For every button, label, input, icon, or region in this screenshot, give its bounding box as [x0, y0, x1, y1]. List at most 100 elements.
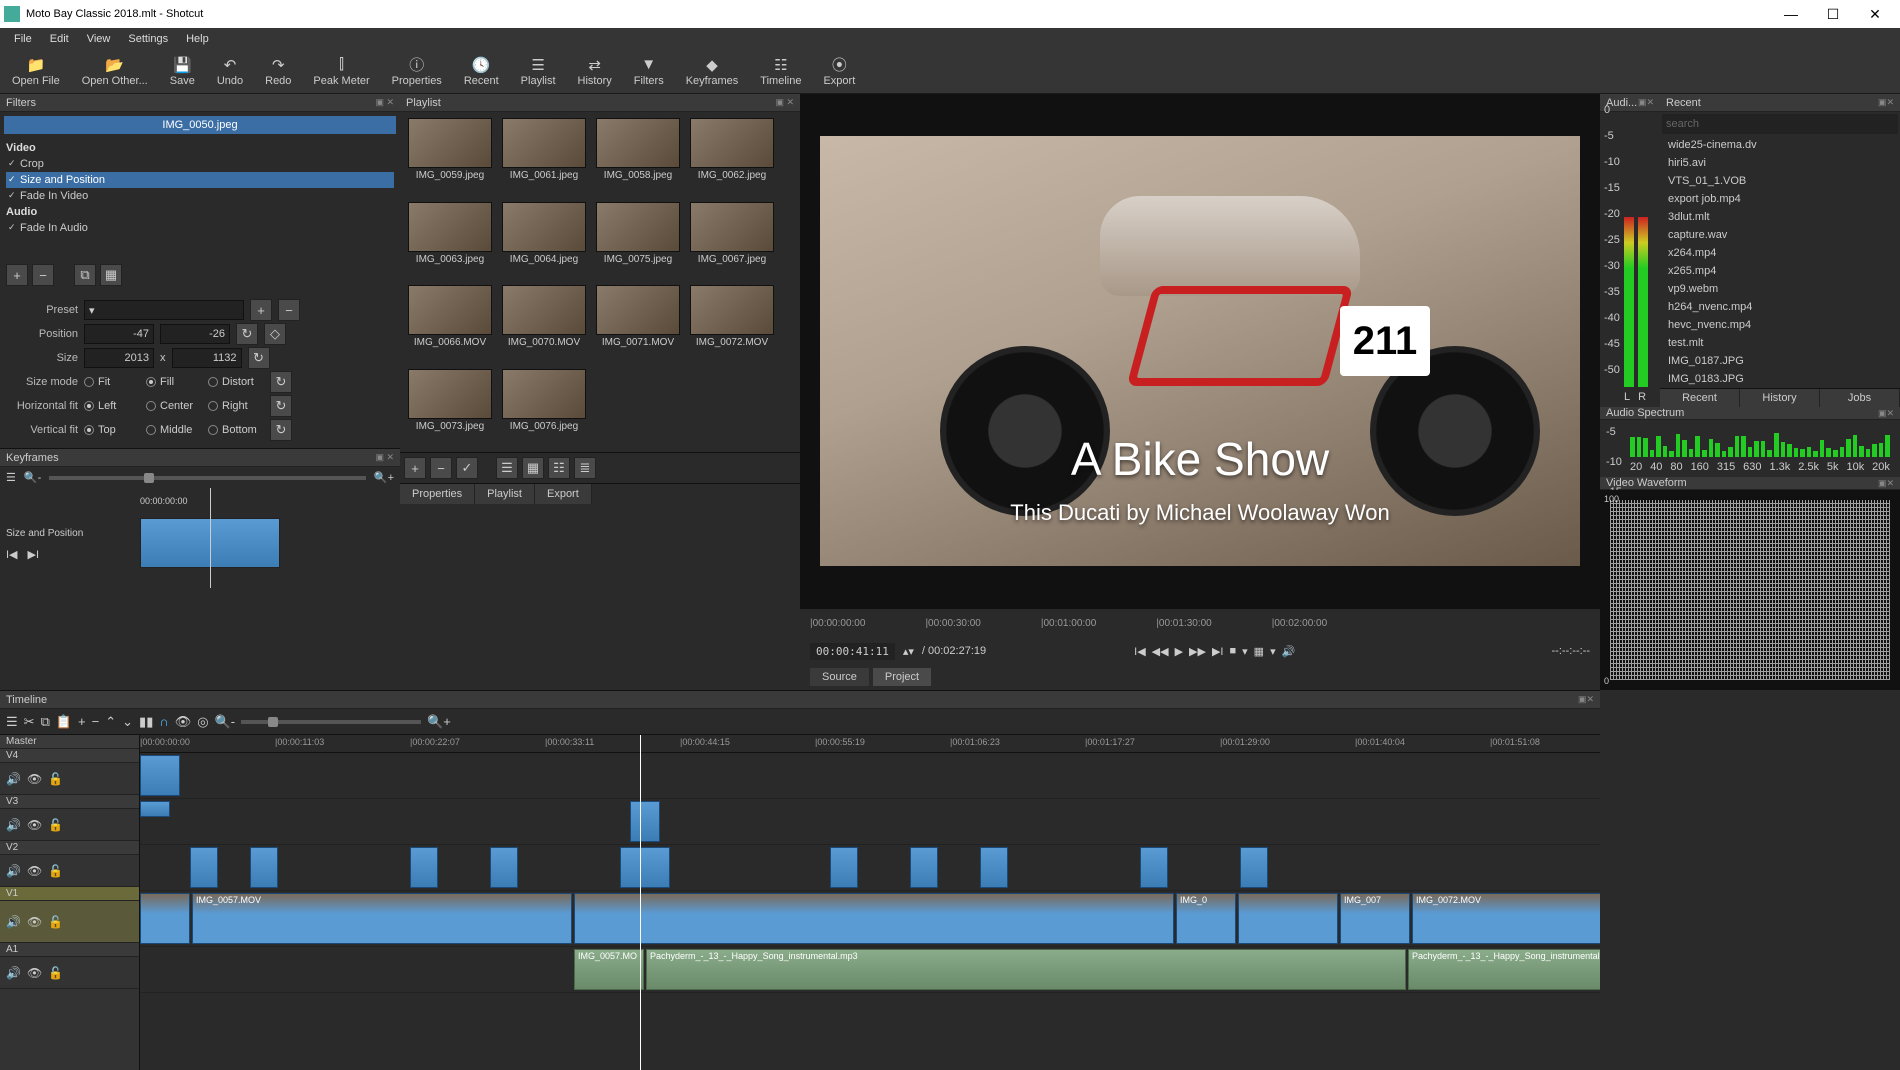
playlist-thumb[interactable]: IMG_0071.MOV: [594, 285, 682, 363]
playlist-thumb[interactable]: IMG_0075.jpeg: [594, 202, 682, 280]
split-icon[interactable]: ▮▮: [139, 714, 153, 730]
lock-icon[interactable]: 🔓: [48, 818, 63, 832]
radio-option[interactable]: Left: [84, 400, 140, 412]
tl-zoom-slider[interactable]: [241, 720, 421, 724]
tab-history[interactable]: History: [1740, 389, 1820, 407]
playlist-thumb[interactable]: IMG_0063.jpeg: [406, 202, 494, 280]
playlist-check-button[interactable]: ✓: [456, 457, 478, 479]
rewind-icon[interactable]: ◀◀: [1152, 645, 1169, 658]
toolbar-keyframes-button[interactable]: ◆Keyframes: [680, 55, 745, 89]
recent-item[interactable]: h264_nvenc.mp4: [1660, 298, 1900, 316]
menu-file[interactable]: File: [6, 31, 40, 47]
radio-option[interactable]: Fill: [146, 376, 202, 388]
playlist-thumb[interactable]: IMG_0076.jpeg: [500, 369, 588, 447]
preview-viewport[interactable]: 211 A Bike Show This Ducati by Michael W…: [800, 94, 1600, 608]
radio-option[interactable]: Top: [84, 424, 140, 436]
mute-icon[interactable]: 🔊: [6, 915, 21, 929]
toolbar-save-button[interactable]: 💾Save: [164, 55, 201, 89]
toolbar-peak-meter-button[interactable]: ⫿Peak Meter: [307, 55, 375, 89]
kf-zoom-slider[interactable]: [49, 476, 366, 480]
kf-playhead[interactable]: [210, 488, 211, 588]
position-reset-button[interactable]: ↻: [236, 323, 258, 345]
snap-icon[interactable]: ∩: [159, 714, 168, 729]
tab-source[interactable]: Source: [810, 668, 869, 686]
paste-icon[interactable]: 📋: [56, 714, 72, 730]
recent-item[interactable]: x264.mp4: [1660, 244, 1900, 262]
track-header[interactable]: V3: [0, 795, 139, 809]
tab-project[interactable]: Project: [873, 668, 931, 686]
toolbar-filters-button[interactable]: ▼Filters: [628, 55, 670, 89]
track-header[interactable]: V2: [0, 841, 139, 855]
playlist-thumb[interactable]: IMG_0064.jpeg: [500, 202, 588, 280]
radio-option[interactable]: Middle: [146, 424, 202, 436]
forward-icon[interactable]: ▶▶: [1189, 645, 1206, 658]
volume-icon[interactable]: 🔊: [1282, 645, 1296, 658]
kf-prev-icon[interactable]: I◀: [6, 548, 18, 561]
lock-icon[interactable]: 🔓: [48, 864, 63, 878]
track-v2[interactable]: [140, 845, 1600, 891]
tab-playlist[interactable]: Playlist: [475, 484, 535, 504]
play-icon[interactable]: ▶: [1175, 645, 1183, 658]
remove-icon[interactable]: −: [92, 714, 100, 729]
kf-menu-icon[interactable]: ☰: [6, 471, 16, 484]
filter-item[interactable]: Fade In Video: [6, 188, 394, 204]
radio-option[interactable]: Fit: [84, 376, 140, 388]
recent-search-input[interactable]: search: [1662, 114, 1898, 134]
tab-properties[interactable]: Properties: [400, 484, 475, 504]
recent-item[interactable]: hevc_nvenc.mp4: [1660, 316, 1900, 334]
copy-icon[interactable]: ⧉: [41, 714, 50, 730]
position-x-input[interactable]: -47: [84, 324, 154, 344]
zoom-out-icon[interactable]: 🔍-: [24, 471, 41, 484]
ripple-icon[interactable]: ◎: [197, 714, 208, 730]
recent-item[interactable]: IMG_0187.JPG: [1660, 352, 1900, 370]
filter-clip-name[interactable]: IMG_0050.jpeg: [4, 116, 396, 134]
playlist-view-tiles-button[interactable]: ☷: [548, 457, 570, 479]
maximize-button[interactable]: ☐: [1812, 0, 1854, 28]
clip[interactable]: IMG_0057.MOV: [192, 893, 572, 944]
remove-filter-button[interactable]: −: [32, 264, 54, 286]
player-ruler[interactable]: |00:00:00:00|00:00:30:00|00:01:00:00|00:…: [800, 608, 1600, 638]
reset-button[interactable]: ↻: [270, 371, 292, 393]
preset-remove-button[interactable]: −: [278, 299, 300, 321]
toolbar-playlist-button[interactable]: ☰Playlist: [515, 55, 562, 89]
track-header[interactable]: V4: [0, 749, 139, 763]
clip[interactable]: [630, 801, 660, 842]
tab-recent[interactable]: Recent: [1660, 389, 1740, 407]
radio-option[interactable]: Bottom: [208, 424, 264, 436]
track-v3[interactable]: [140, 799, 1600, 845]
zoom-in-icon[interactable]: 🔍+: [374, 471, 394, 484]
recent-item[interactable]: test.mlt: [1660, 334, 1900, 352]
mute-icon[interactable]: 🔊: [6, 966, 21, 980]
track-header[interactable]: A1: [0, 943, 139, 957]
menu-edit[interactable]: Edit: [42, 31, 77, 47]
dropdown-icon[interactable]: ▾: [1242, 645, 1248, 658]
filter-item[interactable]: Size and Position: [6, 172, 394, 188]
minimize-button[interactable]: —: [1770, 0, 1812, 28]
append-icon[interactable]: +: [78, 714, 86, 729]
dropdown-icon[interactable]: ▾: [1270, 645, 1276, 658]
clip[interactable]: [140, 801, 170, 817]
stop-icon[interactable]: ■: [1229, 645, 1236, 658]
recent-item[interactable]: capture.wav: [1660, 226, 1900, 244]
timeline-playhead[interactable]: [640, 735, 641, 1070]
toolbar-recent-button[interactable]: 🕓Recent: [458, 55, 505, 89]
panel-buttons[interactable]: ▣ ✕: [375, 97, 394, 108]
reset-button[interactable]: ↻: [270, 419, 292, 441]
recent-item[interactable]: vp9.webm: [1660, 280, 1900, 298]
reset-button[interactable]: ↻: [270, 395, 292, 417]
tab-export[interactable]: Export: [535, 484, 592, 504]
toolbar-timeline-button[interactable]: ☷Timeline: [754, 55, 807, 89]
cut-icon[interactable]: ✂: [24, 714, 35, 730]
hide-icon[interactable]: 👁: [27, 772, 42, 786]
playlist-view-grid-button[interactable]: ▦: [522, 457, 544, 479]
position-y-input[interactable]: -26: [160, 324, 230, 344]
playlist-thumb[interactable]: IMG_0073.jpeg: [406, 369, 494, 447]
toolbar-open-other--button[interactable]: 📂Open Other...: [76, 55, 154, 89]
radio-option[interactable]: Center: [146, 400, 202, 412]
playlist-thumb[interactable]: IMG_0061.jpeg: [500, 118, 588, 196]
recent-item[interactable]: x265.mp4: [1660, 262, 1900, 280]
playlist-view-list-button[interactable]: ☰: [496, 457, 518, 479]
recent-item[interactable]: IMG_0183.JPG: [1660, 370, 1900, 388]
kf-next-icon[interactable]: ▶I: [28, 548, 40, 561]
toolbar-properties-button[interactable]: ⓘProperties: [386, 55, 448, 89]
